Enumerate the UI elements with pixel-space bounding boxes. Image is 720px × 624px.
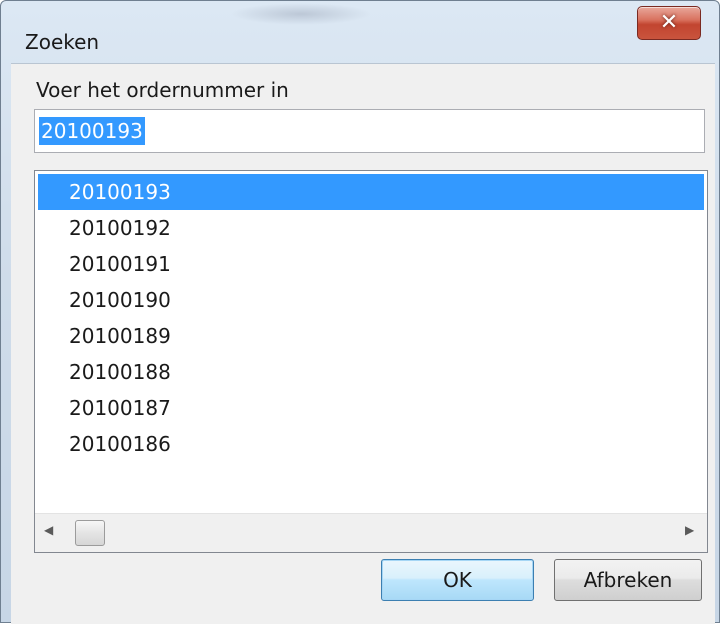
order-number-input[interactable]: 20100193 <box>34 109 705 153</box>
list-item[interactable]: 20100187 <box>38 390 704 426</box>
order-number-input-value: 20100193 <box>39 117 145 145</box>
list-item[interactable]: 20100193 <box>38 174 704 210</box>
close-button[interactable]: ✕ <box>637 6 701 40</box>
scrollbar-thumb[interactable] <box>75 520 105 546</box>
order-number-label: Voer het ordernummer in <box>36 78 289 102</box>
horizontal-scrollbar[interactable]: ◀ ▶ <box>35 513 707 552</box>
close-icon: ✕ <box>659 10 679 35</box>
ok-button[interactable]: OK <box>381 559 534 601</box>
list-item[interactable]: 20100190 <box>38 282 704 318</box>
cancel-button[interactable]: Afbreken <box>554 559 702 601</box>
list-item[interactable]: 20100186 <box>38 426 704 462</box>
window-title: Zoeken <box>25 30 100 54</box>
list-item[interactable]: 20100192 <box>38 210 704 246</box>
order-listbox[interactable]: 20100193 20100192 20100191 20100190 2010… <box>34 170 708 553</box>
scroll-left-icon[interactable]: ◀ <box>44 523 53 537</box>
list-item[interactable]: 20100188 <box>38 354 704 390</box>
dialog-client-area: Voer het ordernummer in 20100193 2010019… <box>11 63 715 624</box>
list-item[interactable]: 20100189 <box>38 318 704 354</box>
list-item[interactable]: 20100191 <box>38 246 704 282</box>
dialog-window: Zoeken ✕ Voer het ordernummer in 2010019… <box>0 0 720 624</box>
scroll-right-icon[interactable]: ▶ <box>685 523 694 537</box>
